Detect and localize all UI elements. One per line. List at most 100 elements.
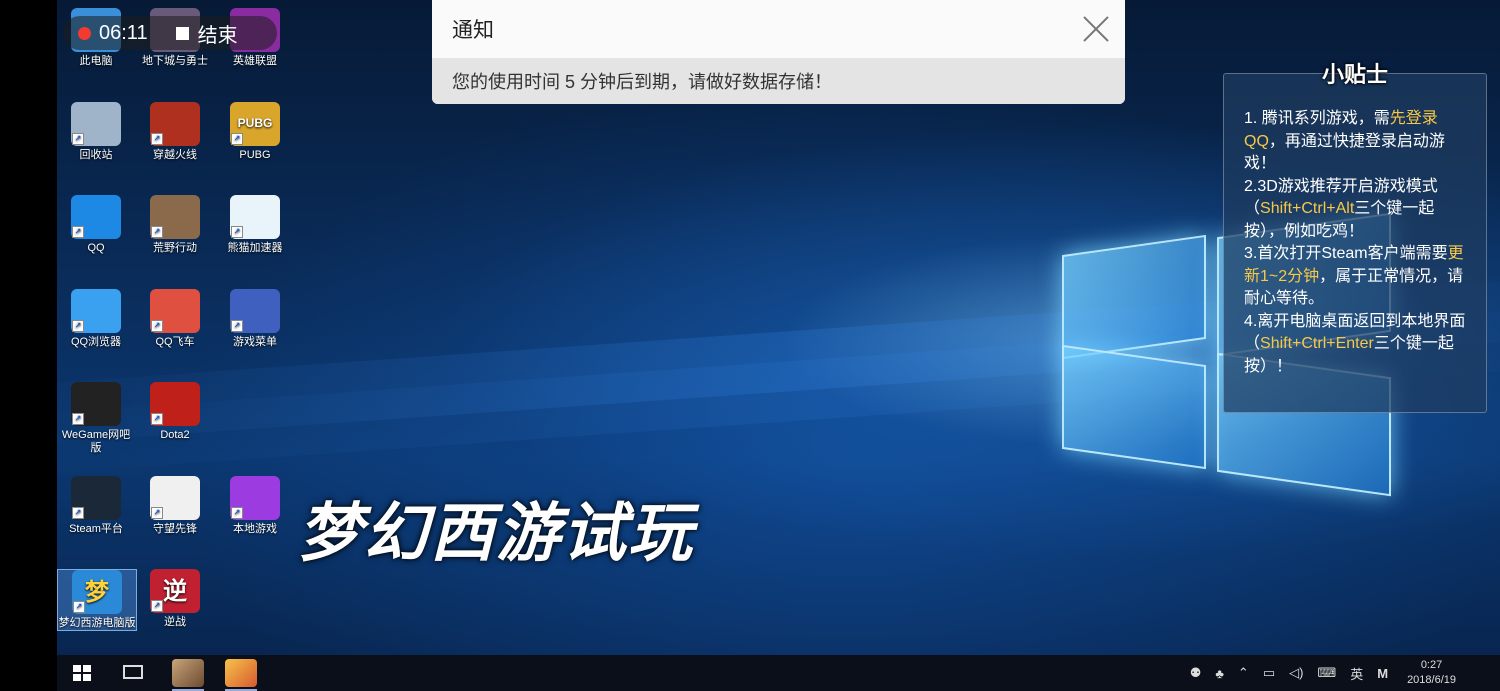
desktop-icon-qq[interactable]: ↗ QQ xyxy=(57,195,135,255)
desktop-icon-label: 穿越火线 xyxy=(153,148,197,161)
stop-recording-button[interactable]: 结束 xyxy=(198,19,238,48)
task-view-icon[interactable] xyxy=(123,665,143,679)
desktop-icon-label: 地下城与勇士 xyxy=(142,55,208,67)
tray-app-icon[interactable]: ♣ xyxy=(1215,666,1224,681)
knives-out-icon: ↗ xyxy=(150,195,200,239)
tips-text: 1. 腾讯系列游戏，需先登录QQ，再通过快捷登录启动游戏！ 2.3D游戏推荐开启游… xyxy=(1224,98,1486,378)
tips-panel: 小贴士 1. 腾讯系列游戏，需先登录QQ，再通过快捷登录启动游戏！ 2.3D游戏推… xyxy=(1223,63,1487,413)
desktop-icon-label: 本地游戏 xyxy=(233,522,277,535)
desktop-icon-label: 英雄联盟 xyxy=(233,55,277,67)
qq-browser-icon: ↗ xyxy=(71,288,121,333)
tip-item: 4.离开电脑桌面返回到本地界面（Shift+Ctrl+Enter三个键一起按）！ xyxy=(1244,311,1474,379)
overwatch-icon: ↗ xyxy=(150,475,200,520)
desktop-icon-label: 此电脑 xyxy=(79,55,113,67)
stop-icon[interactable] xyxy=(175,26,189,40)
tip-item: 3.首次打开Steam客户端需要更新1~2分钟，属于正常情况，请耐心等待。 xyxy=(1244,243,1474,311)
ime-mode[interactable]: M xyxy=(1377,666,1388,681)
shortcut-arrow-icon: ↗ xyxy=(151,226,163,238)
close-icon[interactable] xyxy=(1081,14,1111,44)
desktop-icon-label: QQ xyxy=(87,242,105,254)
crossfire-icon: ↗ xyxy=(150,101,200,146)
shortcut-arrow-icon: ↗ xyxy=(72,413,84,425)
desktop-icon-label: 回收站 xyxy=(79,148,113,161)
tip-highlight: Shift+Ctrl+Enter xyxy=(1260,335,1374,352)
tray-person-icon[interactable]: ⚉ xyxy=(1190,665,1202,681)
desktop-icon-label: 梦幻西游电脑版 xyxy=(58,617,136,629)
clock-time: 0:27 xyxy=(1420,659,1443,671)
tip-text: ，再通过快捷登录启动游戏！ xyxy=(1244,132,1445,173)
pubg-icon: PUBG ↗ xyxy=(230,101,280,146)
desktop-icon-label: 守望先锋 xyxy=(153,522,197,535)
shortcut-arrow-icon: ↗ xyxy=(151,319,163,332)
system-tray: ⚉ ♣ ⌃ ▭ ◁) ⌨ 英 M 0:27 2018/6/19 xyxy=(1183,655,1500,691)
screen-recording-indicator: 06:11 结束 xyxy=(63,16,277,50)
shortcut-arrow-icon: ↗ xyxy=(72,506,84,519)
start-button[interactable] xyxy=(73,665,91,681)
desktop-icon-overwatch[interactable]: ↗ 守望先锋 xyxy=(136,475,214,536)
shortcut-arrow-icon: ↗ xyxy=(231,132,243,145)
desktop-icon-label: 熊猫加速器 xyxy=(227,242,283,254)
desktop-icon-label: PUBG xyxy=(239,148,271,161)
desktop-icon-qq-speed[interactable]: ↗ QQ飞车 xyxy=(136,288,214,349)
desktop-icon-label: Steam平台 xyxy=(69,522,123,535)
desktop-icon-label: 逆战 xyxy=(164,616,186,628)
steam-icon: ↗ xyxy=(71,475,121,520)
desktop-icon-dota2[interactable]: ↗ Dota2 xyxy=(136,382,214,442)
recycle-bin-icon: ↗ xyxy=(71,101,121,146)
local-games-icon: ↗ xyxy=(230,475,280,520)
panda-icon: ↗ xyxy=(230,195,280,239)
taskbar-clock[interactable]: 0:27 2018/6/19 xyxy=(1407,658,1456,688)
shortcut-arrow-icon: ↗ xyxy=(151,413,163,425)
tip-item: 1. 腾讯系列游戏，需先登录QQ，再通过快捷登录启动游戏！ xyxy=(1244,108,1474,176)
input-language[interactable]: 英 xyxy=(1350,664,1363,683)
recording-time: 06:11 xyxy=(99,21,148,44)
notification-title: 通知 xyxy=(452,19,494,42)
desktop-icon-pubg[interactable]: PUBG ↗ PUBG xyxy=(216,101,294,162)
desktop-icon-wegame[interactable]: ↗ WeGame网吧版 xyxy=(57,382,135,455)
desktop-icon-panda[interactable]: ↗ 熊猫加速器 xyxy=(216,195,294,255)
tray-arrow-icon[interactable]: ⌃ xyxy=(1238,665,1249,681)
dota2-icon: ↗ xyxy=(150,382,200,426)
desktop-icon-knives-out[interactable]: ↗ 荒野行动 xyxy=(136,195,214,255)
tips-title: 小贴士 xyxy=(1321,62,1388,87)
taskbar-app-qq-speed[interactable] xyxy=(225,659,257,691)
shortcut-arrow-icon: ↗ xyxy=(231,319,243,332)
desktop-icon-label: WeGame网吧版 xyxy=(61,429,131,454)
shortcut-arrow-icon: ↗ xyxy=(151,506,163,519)
record-dot-icon xyxy=(78,26,91,40)
tip-highlight: Shift+Ctrl+Alt xyxy=(1260,200,1355,217)
keyboard-icon[interactable]: ⌨ xyxy=(1317,665,1336,681)
shortcut-arrow-icon: ↗ xyxy=(151,600,163,612)
qq-speed-icon: ↗ xyxy=(150,288,200,333)
shortcut-arrow-icon: ↗ xyxy=(231,226,243,238)
desktop-icon-label: Dota2 xyxy=(160,429,190,441)
qq-icon: ↗ xyxy=(71,195,121,239)
desktop-icon-nizhan[interactable]: 逆 ↗ 逆战 xyxy=(136,569,214,629)
tip-text: 3.首次打开Steam客户端需要 xyxy=(1244,245,1448,262)
desktop-icon-local-games[interactable]: ↗ 本地游戏 xyxy=(216,475,294,536)
wegame-icon: ↗ xyxy=(71,382,121,426)
volume-icon[interactable]: ◁) xyxy=(1289,665,1303,681)
notification-banner: 通知 您的使用时间 5 分钟后到期，请做好数据存储！ xyxy=(432,0,1125,104)
shortcut-arrow-icon: ↗ xyxy=(72,319,84,332)
taskbar: ⚉ ♣ ⌃ ▭ ◁) ⌨ 英 M 0:27 2018/6/19 xyxy=(57,655,1500,691)
notification-message: 您的使用时间 5 分钟后到期，请做好数据存储！ xyxy=(432,58,1125,104)
desktop-icon-recycle-bin[interactable]: ↗ 回收站 xyxy=(57,101,135,162)
icon-glyph: 梦 xyxy=(85,578,109,606)
clock-date: 2018/6/19 xyxy=(1407,674,1456,686)
desktop-icon-steam[interactable]: ↗ Steam平台 xyxy=(57,475,135,536)
video-caption: 梦幻西游试玩 xyxy=(298,497,694,571)
menghuan-icon: 梦 ↗ xyxy=(72,570,122,614)
icon-glyph: 逆 xyxy=(163,577,187,605)
taskbar-app-knives-out[interactable] xyxy=(172,659,204,691)
network-icon[interactable]: ▭ xyxy=(1263,665,1275,681)
desktop-icon-qq-browser[interactable]: ↗ QQ浏览器 xyxy=(57,288,135,349)
nizhan-icon: 逆 ↗ xyxy=(150,569,200,613)
desktop-icon-menghuan[interactable]: 梦 ↗ 梦幻西游电脑版 xyxy=(57,569,137,631)
desktop-icon-crossfire[interactable]: ↗ 穿越火线 xyxy=(136,101,214,162)
desktop-icon-label: 游戏菜单 xyxy=(233,335,277,348)
shortcut-arrow-icon: ↗ xyxy=(231,506,243,519)
game-menu-icon: ↗ xyxy=(230,288,280,333)
icon-glyph: PUBG xyxy=(237,116,273,130)
desktop-icon-game-menu[interactable]: ↗ 游戏菜单 xyxy=(216,288,294,349)
